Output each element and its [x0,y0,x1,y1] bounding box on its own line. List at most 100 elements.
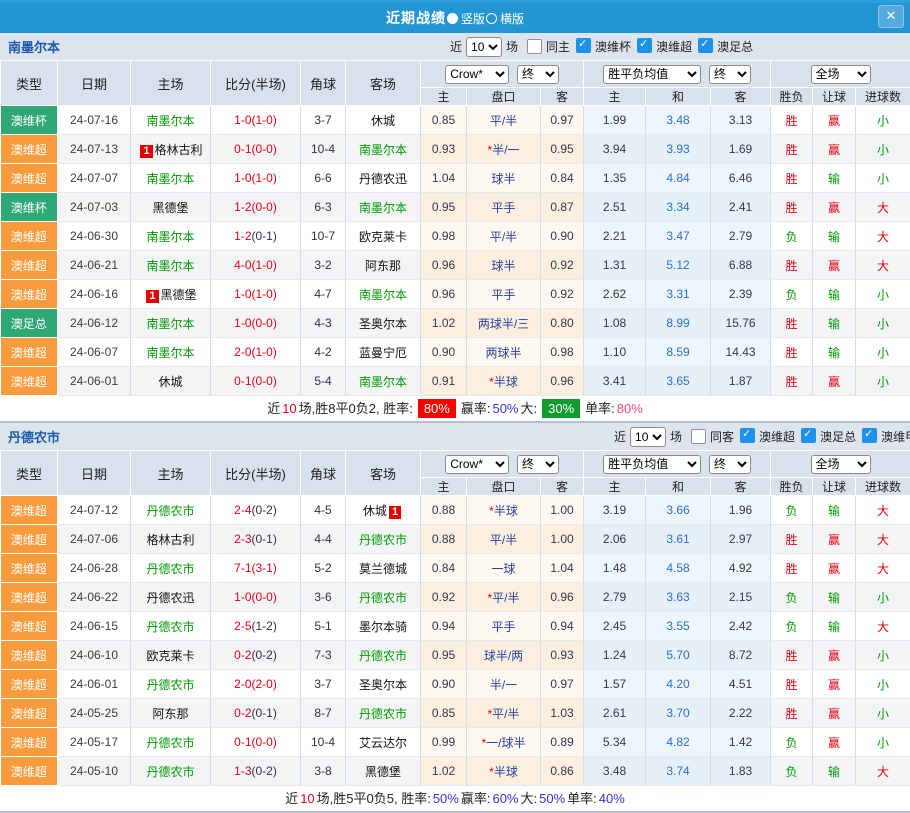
away-team-cell[interactable]: 圣奥尔本 [346,670,421,699]
league-checkbox[interactable] [862,428,877,443]
horizontal-layout-label[interactable]: 横版 [500,10,524,27]
odds-stage-select[interactable]: 终 [517,65,559,84]
recent-count-select[interactable]: 10 [466,37,502,57]
vertical-layout-label[interactable]: 竖版 [461,10,485,27]
halftime-score: (0-0) [252,590,277,604]
avg-away-odds: 1.83 [711,757,771,786]
home-team-cell[interactable]: 黑德堡 [131,193,211,222]
match-date: 24-06-28 [58,554,131,583]
home-team-cell[interactable]: 丹德农市 [131,757,211,786]
home-team-cell[interactable]: 格林古利 [131,525,211,554]
away-team-cell[interactable]: 圣奥尔本 [346,309,421,338]
horizontal-layout-radio[interactable] [486,13,497,24]
goals-flag: 大 [856,193,910,222]
away-team-cell[interactable]: 丹德农市 [346,641,421,670]
match-date: 24-06-21 [58,251,131,280]
away-team-cell[interactable]: 丹德农市 [346,583,421,612]
match-date: 24-06-07 [58,338,131,367]
away-team-cell[interactable]: 南墨尔本 [346,135,421,164]
away-team-cell[interactable]: 休城1 [346,496,421,525]
home-team-cell[interactable]: 1格林古利 [131,135,211,164]
scope-select[interactable]: 全场 [811,65,871,84]
home-team-cell[interactable]: 阿东那 [131,699,211,728]
league-checkbox[interactable] [576,38,591,53]
recent-count-select[interactable]: 10 [630,427,666,447]
away-team-cell[interactable]: 南墨尔本 [346,367,421,396]
home-team-cell[interactable]: 1黑德堡 [131,280,211,309]
home-team-cell[interactable]: 休城 [131,367,211,396]
away-team-cell[interactable]: 丹德农迅 [346,164,421,193]
close-icon[interactable]: ✕ [878,5,904,28]
team-name[interactable]: 南墨尔本 [8,37,60,56]
home-team-cell[interactable]: 南墨尔本 [131,251,211,280]
summary-token: 10 [300,791,314,806]
away-team-cell[interactable]: 阿东那 [346,251,421,280]
league-checkbox[interactable] [740,428,755,443]
avg-stage-select[interactable]: 终 [709,455,751,474]
away-team-cell[interactable]: 丹德农市 [346,699,421,728]
away-team-cell[interactable]: 南墨尔本 [346,280,421,309]
away-team-cell[interactable]: 欧克莱卡 [346,222,421,251]
odds-company-select[interactable]: Crow* [445,65,509,84]
same-venue-checkbox[interactable] [691,429,706,444]
league-checkbox[interactable] [637,38,652,53]
halftime-score: (0-0) [252,735,277,749]
result-flag: 胜 [771,641,813,670]
away-odds: 0.98 [541,338,584,367]
away-team-cell[interactable]: 黑德堡 [346,757,421,786]
avg-type-select[interactable]: 胜平负均值 [603,65,701,84]
scope-select[interactable]: 全场 [811,455,871,474]
fulltime-score: 7-1 [234,561,251,575]
away-odds: 0.92 [541,251,584,280]
match-date: 24-07-07 [58,164,131,193]
home-team-cell[interactable]: 南墨尔本 [131,338,211,367]
home-team-cell[interactable]: 丹德农市 [131,554,211,583]
away-team-cell[interactable]: 南墨尔本 [346,193,421,222]
home-team-cell[interactable]: 丹德农市 [131,728,211,757]
away-team-name: 丹德农市 [359,649,407,663]
home-team-cell[interactable]: 南墨尔本 [131,106,211,135]
team-name[interactable]: 丹德农市 [8,427,60,446]
home-team-cell[interactable]: 欧克莱卡 [131,641,211,670]
corner-count: 4-4 [301,525,346,554]
home-team-cell[interactable]: 南墨尔本 [131,309,211,338]
result-flag: 胜 [771,525,813,554]
odds-company-select[interactable]: Crow* [445,455,509,474]
home-team-cell[interactable]: 南墨尔本 [131,164,211,193]
league-checkbox[interactable] [801,428,816,443]
score-cell: 1-3(0-2) [211,757,301,786]
league-type-badge: 澳维超 [1,280,58,309]
away-team-name: 欧克莱卡 [359,230,407,244]
table-row: 澳维超 24-05-17 丹德农市 0-1(0-0) 10-4 艾云达尔 0.9… [1,728,910,757]
handicap-line: 平/半 [490,533,517,547]
score-cell: 2-5(1-2) [211,612,301,641]
odds-stage-select[interactable]: 终 [517,455,559,474]
away-team-cell[interactable]: 艾云达尔 [346,728,421,757]
fulltime-score: 1-0 [234,171,251,185]
home-team-cell[interactable]: 南墨尔本 [131,222,211,251]
away-team-cell[interactable]: 蓝曼宁厄 [346,338,421,367]
halftime-score: (3-1) [252,561,277,575]
home-team-name: 丹德农市 [146,504,194,518]
away-team-cell[interactable]: 休城 [346,106,421,135]
avg-home-odds: 2.62 [584,280,646,309]
col-away: 客场 [346,61,421,106]
away-team-cell[interactable]: 丹德农市 [346,525,421,554]
home-team-cell[interactable]: 丹德农迅 [131,583,211,612]
fulltime-score: 1-0 [234,287,251,301]
home-team-cell[interactable]: 丹德农市 [131,670,211,699]
away-team-cell[interactable]: 莫兰德城 [346,554,421,583]
avg-stage-select[interactable]: 终 [709,65,751,84]
home-team-cell[interactable]: 丹德农市 [131,496,211,525]
league-checkbox[interactable] [698,38,713,53]
away-team-name: 丹德农迅 [359,172,407,186]
same-venue-checkbox[interactable] [527,39,542,54]
fulltime-score: 2-5 [234,619,251,633]
home-team-cell[interactable]: 丹德农市 [131,612,211,641]
avg-type-select[interactable]: 胜平负均值 [603,455,701,474]
handicap-result-flag: 赢 [813,367,856,396]
halftime-score: (1-0) [252,171,277,185]
vertical-layout-radio[interactable] [447,13,458,24]
avg-away-odds: 4.92 [711,554,771,583]
away-team-cell[interactable]: 墨尔本骑 [346,612,421,641]
